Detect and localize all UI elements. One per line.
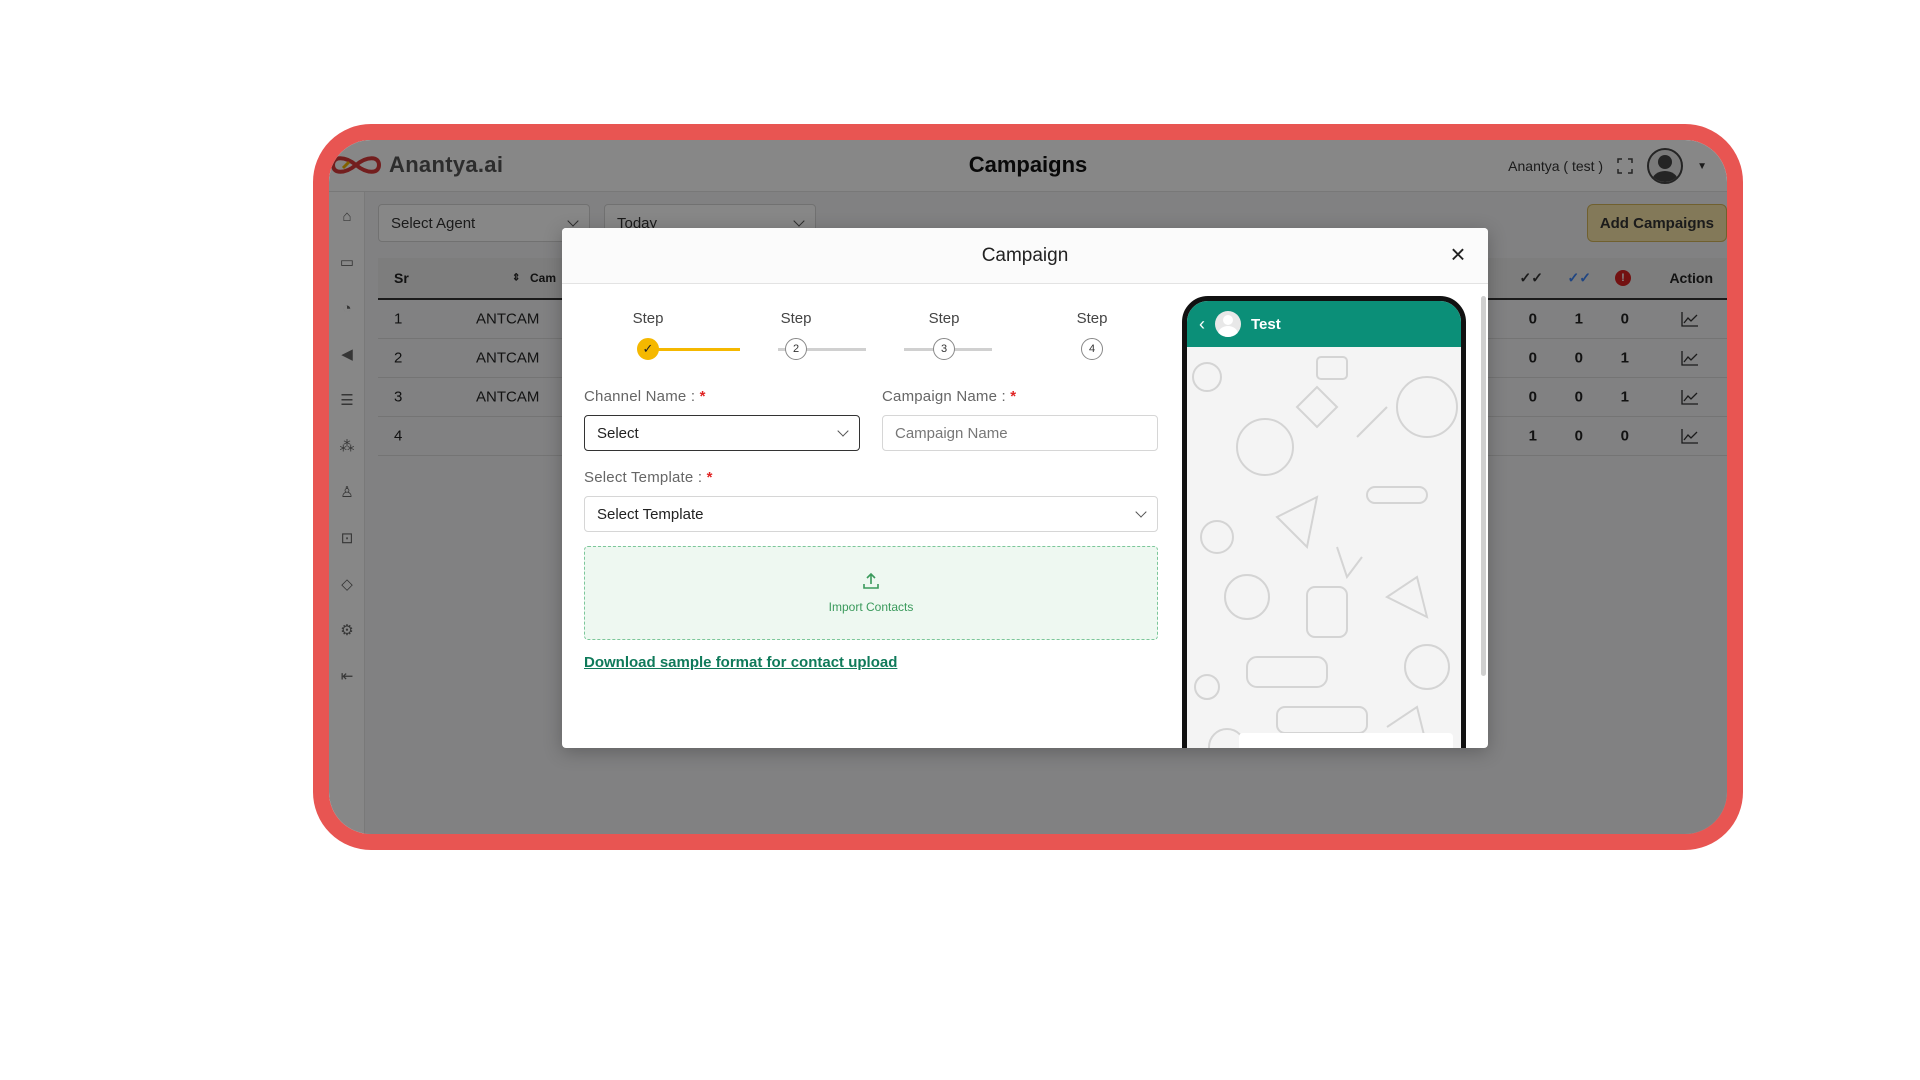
download-sample-link[interactable]: Download sample format for contact uploa… (584, 654, 897, 671)
modal-title: Campaign (981, 244, 1069, 266)
step-4-dot[interactable]: 4 (1081, 338, 1103, 360)
whatsapp-preview: ‹ Test (1182, 296, 1466, 748)
required-mark: * (706, 469, 713, 486)
template-label: Select Template : * (584, 469, 713, 486)
modal-header: Campaign × (562, 228, 1488, 284)
chevron-down-icon (1135, 506, 1147, 518)
chevron-down-icon (837, 425, 849, 437)
template-select-value: Select Template (597, 505, 704, 523)
step-2-dot[interactable]: 2 (785, 338, 807, 360)
contact-avatar (1215, 311, 1241, 337)
step-3-dot[interactable]: 3 (933, 338, 955, 360)
step-label-3: Step (928, 310, 960, 327)
campaign-name-label: Campaign Name : * (882, 388, 1017, 405)
upload-icon (863, 572, 879, 589)
campaign-form: Channel Name : * Select Campaign Name : … (584, 388, 1158, 672)
preview-header: ‹ Test (1187, 301, 1461, 347)
stepper: Step Step Step Step ✓ 2 3 4 (584, 310, 1124, 370)
campaign-modal: Campaign × Step Step Step Step ✓ 2 3 4 C… (562, 228, 1488, 748)
back-icon[interactable]: ‹ (1199, 314, 1205, 335)
step-label-2: Step (780, 310, 812, 327)
channel-label: Channel Name : * (584, 388, 706, 405)
step-label-1: Step (632, 310, 664, 327)
template-select[interactable]: Select Template (584, 496, 1158, 532)
chat-wallpaper (1192, 356, 1458, 748)
close-button[interactable]: × (1446, 241, 1470, 267)
chat-input-bar (1239, 733, 1453, 748)
import-contacts-text: Import Contacts (828, 600, 914, 614)
step-1-check-icon[interactable]: ✓ (637, 338, 659, 360)
step-line-1 (646, 348, 740, 351)
channel-select[interactable]: Select (584, 415, 860, 451)
required-mark: * (699, 388, 706, 405)
modal-scrollbar[interactable] (1481, 296, 1486, 676)
contact-name: Test (1251, 315, 1281, 333)
required-mark: * (1010, 388, 1017, 405)
campaign-name-input[interactable]: Campaign Name (882, 415, 1158, 451)
import-contacts-dropzone[interactable]: Import Contacts (584, 546, 1158, 640)
step-label-4: Step (1076, 310, 1108, 327)
channel-select-value: Select (597, 424, 639, 442)
